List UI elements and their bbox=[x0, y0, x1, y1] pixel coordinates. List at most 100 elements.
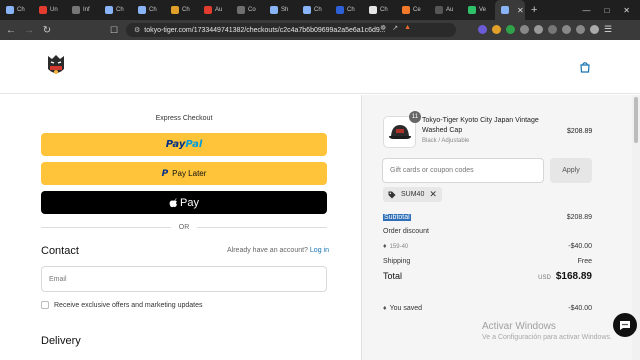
windows-activation-title: Activar Windows bbox=[482, 321, 556, 332]
browser-tab[interactable]: Ch bbox=[99, 0, 132, 20]
total-currency: USD bbox=[538, 275, 551, 281]
apple-icon bbox=[169, 197, 178, 207]
browser-tab[interactable]: Sh bbox=[264, 0, 297, 20]
browser-tab[interactable]: Ce bbox=[396, 0, 429, 20]
shipping-value: Free bbox=[577, 258, 592, 265]
puzzle-icon[interactable] bbox=[520, 25, 529, 34]
minimize-icon[interactable]: — bbox=[582, 6, 590, 15]
browser-tab[interactable]: Au bbox=[429, 0, 462, 20]
subtotal-value: $208.89 bbox=[566, 214, 592, 221]
tab-favicon-icon bbox=[105, 6, 113, 14]
remove-discount-icon[interactable]: ✕ bbox=[429, 189, 437, 200]
browser-tab[interactable]: Ch bbox=[363, 0, 396, 20]
browser-tab[interactable]: Ve bbox=[462, 0, 495, 20]
marketing-label: Receive exclusive offers and marketing u… bbox=[54, 301, 203, 309]
forward-icon[interactable]: → bbox=[22, 25, 36, 36]
paypal-button[interactable]: PayPal bbox=[41, 133, 327, 156]
paypal-pay-later-button[interactable]: P Pay Later bbox=[41, 162, 327, 185]
tab-title: Sh bbox=[281, 7, 289, 13]
cart-icon[interactable] bbox=[579, 61, 591, 73]
checkout-form: Express Checkout PayPal P Pay Later Pay … bbox=[0, 95, 360, 360]
discount-code-label: SUM40 bbox=[401, 191, 425, 198]
tab-favicon-icon bbox=[72, 6, 80, 14]
savings-label: ♦ You saved bbox=[383, 305, 423, 312]
tab-favicon-icon bbox=[270, 6, 278, 14]
tab-title: Co bbox=[248, 7, 256, 13]
scrollbar-thumb[interactable] bbox=[634, 97, 638, 143]
site-info-icon[interactable]: ⚙ bbox=[134, 26, 140, 34]
url-text: tokyo-tiger.com/1733449741382/checkouts/… bbox=[144, 26, 386, 34]
apple-pay-button[interactable]: Pay bbox=[41, 191, 327, 214]
tab-title: Un bbox=[50, 7, 58, 13]
windows-activation-hint: Ve a Configuración para activar Windows. bbox=[482, 334, 612, 341]
tab-favicon-icon bbox=[39, 6, 47, 14]
menu-icon[interactable]: ☰ bbox=[604, 24, 612, 35]
apple-pay-label: Pay bbox=[180, 196, 199, 209]
tiger-logo[interactable] bbox=[44, 52, 68, 78]
tab-favicon-icon bbox=[369, 6, 377, 14]
tab-title: Ch bbox=[17, 7, 25, 13]
tab-title: Inf bbox=[83, 7, 90, 13]
sidebar-icon[interactable] bbox=[548, 25, 557, 34]
or-label: OR bbox=[178, 223, 190, 231]
tab-favicon-icon bbox=[303, 6, 311, 14]
browser-tab[interactable]: Co bbox=[231, 0, 264, 20]
new-tab-icon[interactable]: + bbox=[531, 4, 537, 16]
browser-tab[interactable]: Un bbox=[33, 0, 66, 20]
tab-favicon-icon bbox=[138, 6, 146, 14]
extension-icon[interactable] bbox=[478, 25, 487, 34]
login-link[interactable]: Log in bbox=[310, 247, 329, 254]
back-icon[interactable]: ← bbox=[4, 25, 18, 36]
tab-favicon-icon bbox=[435, 6, 443, 14]
reload-icon[interactable]: ↻ bbox=[40, 25, 54, 36]
marketing-opt-in[interactable]: Receive exclusive offers and marketing u… bbox=[41, 301, 203, 309]
close-tab-icon[interactable]: ✕ bbox=[517, 6, 524, 15]
tab-favicon-icon bbox=[237, 6, 245, 14]
paypal-logo: PayPal bbox=[165, 139, 203, 150]
total-label: Total bbox=[383, 271, 403, 281]
order-discount-row: Order discount bbox=[383, 228, 592, 235]
bookmark-icon[interactable]: ☐ bbox=[110, 25, 118, 36]
tab-title: Ch bbox=[380, 7, 388, 13]
window-controls: — □ ✕ bbox=[582, 0, 640, 20]
order-summary: 11 Tokyo-Tiger Kyoto City Japan Vintage … bbox=[361, 95, 632, 360]
apply-button[interactable]: Apply bbox=[550, 158, 592, 183]
discount-code-input[interactable]: Gift cards or coupon codes bbox=[382, 158, 544, 183]
browser-tab[interactable]: Ch bbox=[330, 0, 363, 20]
savings-row: ♦ You saved -$40.00 bbox=[383, 305, 592, 312]
extensions-bar: ☰ bbox=[478, 24, 612, 35]
extension-icon[interactable] bbox=[492, 25, 501, 34]
browser-tab-active[interactable]: ✕ bbox=[495, 0, 525, 20]
close-window-icon[interactable]: ✕ bbox=[623, 6, 630, 15]
profile-icon[interactable] bbox=[590, 25, 599, 34]
store-header bbox=[0, 40, 640, 94]
vpn-icon[interactable] bbox=[576, 25, 585, 34]
brave-shield-icon[interactable]: ▲ bbox=[404, 24, 411, 32]
discount-code-placeholder: Gift cards or coupon codes bbox=[390, 167, 474, 174]
tab-favicon-icon bbox=[501, 6, 509, 14]
browser-tab[interactable]: Ch bbox=[132, 0, 165, 20]
browser-tab[interactable]: Inf bbox=[66, 0, 99, 20]
browser-tab[interactable]: Au bbox=[198, 0, 231, 20]
chat-widget-button[interactable] bbox=[613, 313, 637, 337]
tag-icon bbox=[388, 191, 396, 198]
browser-tab[interactable]: Ch bbox=[0, 0, 33, 20]
product-variant: Black / Adjustable bbox=[422, 138, 470, 144]
browser-tab[interactable]: Ch bbox=[297, 0, 330, 20]
total-amount: $168.89 bbox=[555, 271, 592, 282]
subtotal-row: Subtotal $208.89 bbox=[383, 214, 592, 221]
share-icon[interactable]: ↗ bbox=[392, 24, 398, 32]
wallet-icon[interactable] bbox=[562, 25, 571, 34]
extension-icon[interactable] bbox=[534, 25, 543, 34]
maximize-icon[interactable]: □ bbox=[604, 6, 609, 15]
shipping-row: Shipping Free bbox=[383, 258, 592, 265]
translate-icon[interactable]: ☸ bbox=[380, 24, 386, 32]
product-price: $208.89 bbox=[567, 128, 593, 135]
browser-toolbar: ← → ↻ ☐ ⚙ tokyo-tiger.com/1733449741382/… bbox=[0, 20, 640, 40]
contact-heading: Contact bbox=[41, 245, 79, 257]
browser-tab[interactable]: Ch bbox=[165, 0, 198, 20]
extension-icon[interactable] bbox=[506, 25, 515, 34]
shipping-label: Shipping bbox=[383, 258, 411, 265]
marketing-checkbox[interactable] bbox=[41, 301, 49, 309]
email-input[interactable]: Email bbox=[41, 266, 327, 292]
